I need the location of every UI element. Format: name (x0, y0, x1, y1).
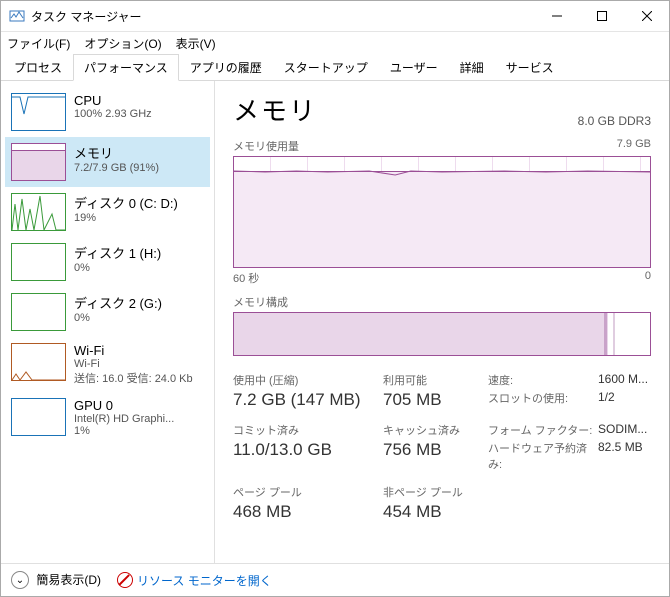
speed-value: 1600 M... (598, 372, 669, 388)
disk0-text: ディスク 0 (C: D:) 19% (74, 193, 178, 224)
minimize-button[interactable] (534, 1, 579, 31)
app-icon (9, 8, 25, 24)
cpu-thumb (11, 93, 66, 131)
tab-performance[interactable]: パフォーマンス (73, 54, 179, 81)
wifi-sub2: 送信: 16.0 受信: 24.0 Kb (74, 370, 193, 386)
memory-sub: 7.2/7.9 GB (91%) (74, 162, 159, 174)
slots-label: スロットの使用: (488, 390, 598, 410)
nonpaged-value: 454 MB (383, 502, 488, 522)
disk2-text: ディスク 2 (G:) 0% (74, 293, 162, 324)
cpu-name: CPU (74, 93, 152, 108)
usage-chart-max: 7.9 GB (617, 138, 651, 154)
menu-options[interactable]: オプション(O) (84, 35, 161, 52)
hw-value: 82.5 MB (598, 440, 669, 472)
memory-composition-chart (233, 312, 651, 356)
memory-usage-chart (233, 156, 651, 268)
in-use-value: 7.2 GB (147 MB) (233, 390, 383, 410)
memory-spec: 8.0 GB DDR3 (578, 114, 651, 128)
sidebar-item-gpu[interactable]: GPU 0 Intel(R) HD Graphi... 1% (5, 392, 210, 443)
disk1-text: ディスク 1 (H:) 0% (74, 243, 161, 274)
memory-text: メモリ 7.2/7.9 GB (91%) (74, 143, 159, 174)
form-label: フォーム ファクター: (488, 422, 598, 438)
sidebar-item-cpu[interactable]: CPU 100% 2.93 GHz (5, 87, 210, 137)
disk2-name: ディスク 2 (G:) (74, 293, 162, 312)
gpu-text: GPU 0 Intel(R) HD Graphi... 1% (74, 398, 174, 437)
disk0-thumb (11, 193, 66, 231)
in-use-label: 使用中 (圧縮) (233, 372, 383, 388)
cached-label: キャッシュ済み (383, 422, 488, 438)
composition-label: メモリ構成 (233, 294, 288, 310)
nonpaged-label: 非ページ プール (383, 484, 488, 500)
window-title: タスク マネージャー (31, 8, 534, 25)
hw-label: ハードウェア予約済み: (488, 440, 598, 472)
chevron-down-icon: ⌄ (11, 571, 29, 589)
cpu-sub: 100% 2.93 GHz (74, 108, 152, 120)
gpu-thumb (11, 398, 66, 436)
paged-label: ページ プール (233, 484, 383, 500)
fewer-details-button[interactable]: ⌄ 簡易表示(D) (11, 571, 101, 590)
wifi-sub: Wi-Fi (74, 358, 193, 370)
resource-monitor-label: リソース モニターを開く (137, 572, 272, 589)
disk0-sub: 19% (74, 212, 178, 224)
resource-monitor-link[interactable]: リソース モニターを開く (117, 572, 272, 589)
wifi-name: Wi-Fi (74, 343, 193, 358)
commit-value: 11.0/13.0 GB (233, 440, 383, 472)
memory-name: メモリ (74, 143, 159, 162)
sidebar-item-disk0[interactable]: ディスク 0 (C: D:) 19% (5, 187, 210, 237)
axis-right: 0 (645, 270, 651, 286)
tab-app-history[interactable]: アプリの履歴 (179, 54, 273, 81)
status-bar: ⌄ 簡易表示(D) リソース モニターを開く (1, 563, 669, 596)
tab-services[interactable]: サービス (495, 54, 565, 81)
disk2-sub: 0% (74, 312, 162, 324)
performance-sidebar: CPU 100% 2.93 GHz メモリ 7.2/7.9 GB (91%) (1, 81, 215, 563)
window-buttons (534, 1, 669, 31)
disk2-thumb (11, 293, 66, 331)
gpu-sub: Intel(R) HD Graphi... (74, 413, 174, 425)
maximize-button[interactable] (579, 1, 624, 31)
fewer-details-label: 簡易表示(D) (36, 573, 101, 587)
disk1-sub: 0% (74, 262, 161, 274)
panel-title: メモリ (233, 91, 317, 128)
tab-details[interactable]: 詳細 (449, 54, 495, 81)
resource-monitor-icon (117, 572, 133, 588)
wifi-text: Wi-Fi Wi-Fi 送信: 16.0 受信: 24.0 Kb (74, 343, 193, 386)
usage-chart-label: メモリ使用量 (233, 138, 299, 154)
tab-users[interactable]: ユーザー (379, 54, 449, 81)
memory-thumb (11, 143, 66, 181)
slots-value: 1/2 (598, 390, 669, 410)
tab-startup[interactable]: スタートアップ (273, 54, 379, 81)
tab-strip: プロセス パフォーマンス アプリの履歴 スタートアップ ユーザー 詳細 サービス (1, 54, 669, 81)
memory-stats: 使用中 (圧縮) 利用可能 速度: 1600 M... 7.2 GB (147 … (233, 372, 651, 522)
menu-bar: ファイル(F) オプション(O) 表示(V) (1, 32, 669, 54)
menu-file[interactable]: ファイル(F) (7, 35, 70, 52)
task-manager-window: タスク マネージャー ファイル(F) オプション(O) 表示(V) プロセス パ… (0, 0, 670, 597)
speed-label: 速度: (488, 372, 598, 388)
gpu-name: GPU 0 (74, 398, 174, 413)
sidebar-item-wifi[interactable]: Wi-Fi Wi-Fi 送信: 16.0 受信: 24.0 Kb (5, 337, 210, 392)
paged-value: 468 MB (233, 502, 383, 522)
sidebar-item-disk2[interactable]: ディスク 2 (G:) 0% (5, 287, 210, 337)
disk1-thumb (11, 243, 66, 281)
tab-processes[interactable]: プロセス (3, 54, 73, 81)
avail-value: 705 MB (383, 390, 488, 410)
content-body: CPU 100% 2.93 GHz メモリ 7.2/7.9 GB (91%) (1, 81, 669, 563)
wifi-thumb (11, 343, 66, 381)
cached-value: 756 MB (383, 440, 488, 472)
menu-view[interactable]: 表示(V) (176, 35, 216, 52)
gpu-sub2: 1% (74, 425, 174, 437)
cpu-text: CPU 100% 2.93 GHz (74, 93, 152, 120)
disk1-name: ディスク 1 (H:) (74, 243, 161, 262)
commit-label: コミット済み (233, 422, 383, 438)
memory-panel: メモリ 8.0 GB DDR3 メモリ使用量 7.9 GB 60 秒 0 メモリ… (215, 81, 669, 563)
avail-label: 利用可能 (383, 372, 488, 388)
close-button[interactable] (624, 1, 669, 31)
axis-left: 60 秒 (233, 270, 259, 286)
disk0-name: ディスク 0 (C: D:) (74, 193, 178, 212)
form-value: SODIM... (598, 422, 669, 438)
sidebar-item-disk1[interactable]: ディスク 1 (H:) 0% (5, 237, 210, 287)
title-bar: タスク マネージャー (1, 1, 669, 32)
sidebar-item-memory[interactable]: メモリ 7.2/7.9 GB (91%) (5, 137, 210, 187)
